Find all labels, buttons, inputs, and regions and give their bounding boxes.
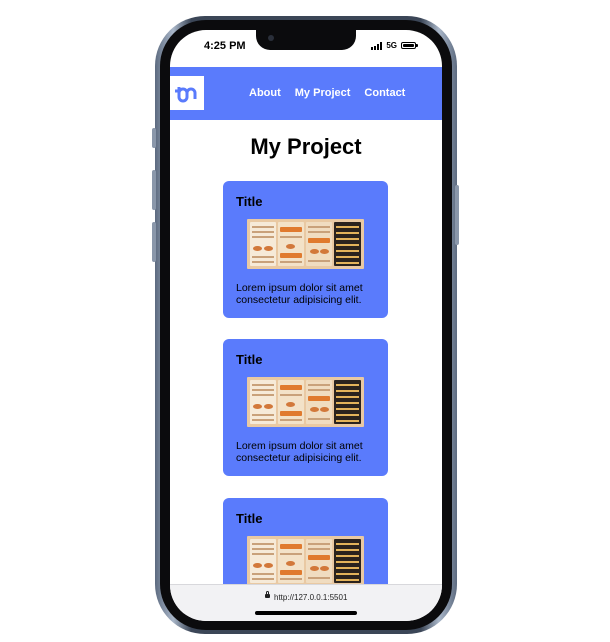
card-image <box>247 536 364 586</box>
nav-link-my-project[interactable]: My Project <box>295 87 351 99</box>
card-title: Title <box>236 352 263 367</box>
camera-icon <box>268 35 274 41</box>
action-button <box>152 128 156 148</box>
card-description: Lorem ipsum dolor sit amet consectetur a… <box>236 440 363 464</box>
nav-links: About My Project Contact <box>249 87 405 99</box>
browser-url-bar[interactable]: http://127.0.0.1:5501 <box>170 584 442 621</box>
card-image <box>247 219 364 269</box>
card-title: Title <box>236 511 263 526</box>
nav-link-contact[interactable]: Contact <box>364 87 405 99</box>
battery-icon <box>401 42 418 49</box>
url-text: http://127.0.0.1:5501 <box>274 593 348 602</box>
nav-link-about[interactable]: About <box>249 87 281 99</box>
network-label: 5G <box>386 41 397 50</box>
page-title: My Project <box>250 134 362 159</box>
volume-up-button <box>152 170 156 210</box>
navbar: About My Project Contact <box>170 67 442 120</box>
project-card[interactable]: Title Lorem ipsum dolor sit amet consect… <box>223 339 388 476</box>
power-button <box>455 185 459 245</box>
brand-logo-icon <box>175 87 197 103</box>
brand-logo[interactable] <box>170 76 204 110</box>
notch <box>256 30 356 50</box>
volume-down-button <box>152 222 156 262</box>
card-image <box>247 377 364 427</box>
status-time: 4:25 PM <box>204 40 246 52</box>
status-indicators: 5G <box>371 41 418 50</box>
home-indicator[interactable] <box>255 611 357 615</box>
project-card[interactable]: Title Lorem ipsum dolor sit amet consect… <box>223 181 388 318</box>
signal-icon <box>371 41 383 50</box>
card-title: Title <box>236 194 263 209</box>
phone-screen: 4:25 PM 5G About My Project Contact My P… <box>170 30 442 621</box>
lock-icon <box>265 591 270 598</box>
card-description: Lorem ipsum dolor sit amet consectetur a… <box>236 282 363 306</box>
